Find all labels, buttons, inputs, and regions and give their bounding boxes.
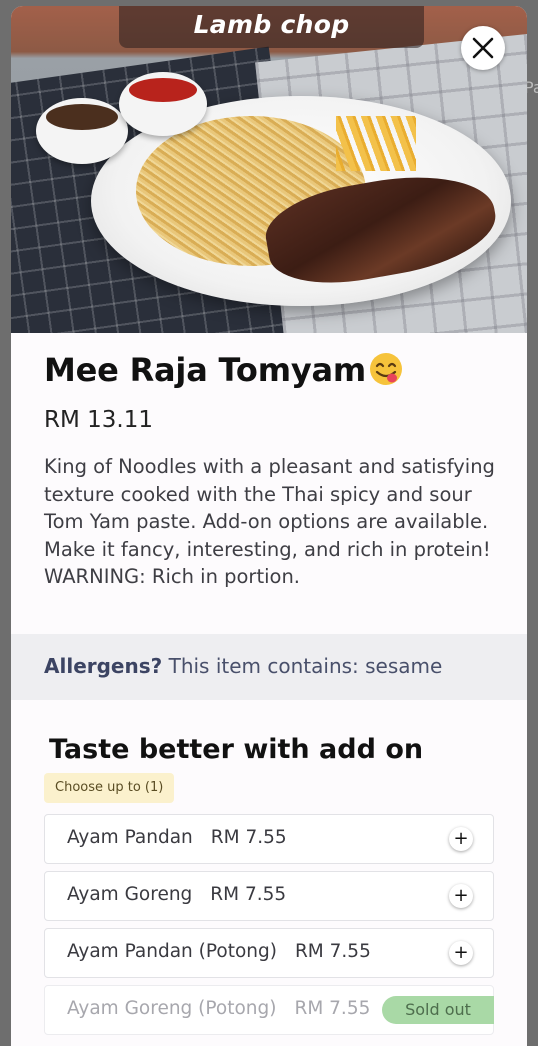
item-photo: Lamb chop — [11, 6, 527, 333]
addon-option-label: Ayam Pandan RM 7.55 — [67, 827, 287, 848]
addon-price: RM 7.55 — [294, 941, 371, 962]
addon-name: Ayam Goreng (Potong) — [67, 998, 277, 1019]
allergen-detail: This item contains: sesame — [168, 654, 443, 678]
addon-option-sold-out: Ayam Goreng (Potong) RM 7.55 Sold out — [44, 985, 494, 1035]
plus-icon: + — [453, 885, 469, 906]
addon-name: Ayam Pandan — [67, 827, 193, 848]
addon-section-title: Taste better with add on — [49, 734, 424, 765]
addon-price: RM 7.55 — [294, 998, 371, 1019]
item-title-text: Mee Raja Tomyam — [44, 351, 367, 389]
add-button[interactable]: + — [449, 884, 473, 908]
addon-option[interactable]: Ayam Goreng RM 7.55 + — [44, 871, 494, 921]
close-icon — [472, 37, 494, 59]
addon-limit-badge: Choose up to (1) — [44, 773, 175, 803]
photo-fries — [336, 116, 416, 171]
allergen-notice: Allergens? This item contains: sesame — [11, 634, 527, 700]
addon-price: RM 7.55 — [210, 827, 287, 848]
plus-icon: + — [453, 828, 469, 849]
close-button[interactable] — [461, 26, 505, 70]
addon-option[interactable]: Ayam Pandan (Potong) RM 7.55 + — [44, 928, 494, 978]
addon-option-label: Ayam Pandan (Potong) RM 7.55 — [67, 941, 371, 962]
photo-caption: Lamb chop — [119, 6, 424, 48]
add-button[interactable]: + — [449, 827, 473, 851]
photo-chili-sauce — [129, 78, 197, 102]
addon-name: Ayam Pandan (Potong) — [67, 941, 277, 962]
face-savoring-food-emoji — [370, 353, 403, 385]
allergen-text: Allergens? This item contains: sesame — [44, 654, 442, 678]
plus-icon: + — [453, 942, 469, 963]
item-description: King of Noodles with a pleasant and sati… — [44, 455, 495, 589]
addon-price: RM 7.55 — [210, 884, 287, 905]
addon-option[interactable]: Ayam Pandan RM 7.55 + — [44, 814, 494, 864]
sold-out-badge: Sold out — [382, 996, 494, 1024]
item-title: Mee Raja Tomyam — [44, 351, 404, 389]
add-button[interactable]: + — [449, 941, 473, 965]
item-detail-modal: Lamb chop Mee Raja Tomyam RM 13.11 King … — [11, 6, 527, 1046]
addon-option-label: Ayam Goreng RM 7.55 — [67, 884, 286, 905]
addon-name: Ayam Goreng — [67, 884, 193, 905]
item-price: RM 13.11 — [44, 407, 153, 433]
photo-brown-sauce — [46, 104, 118, 130]
addon-option-label: Ayam Goreng (Potong) RM 7.55 — [67, 998, 370, 1019]
allergen-label: Allergens? — [44, 654, 163, 678]
